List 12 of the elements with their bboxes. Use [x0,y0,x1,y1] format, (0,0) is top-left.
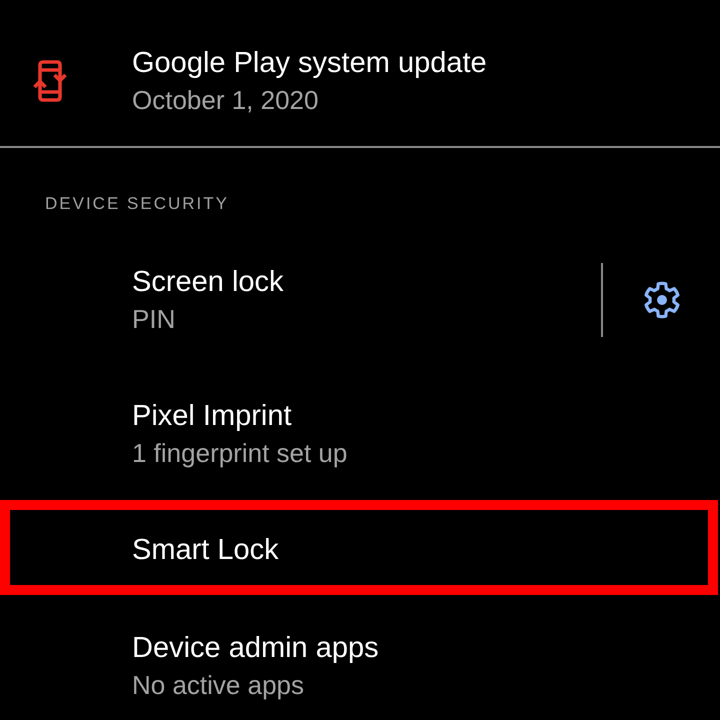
section-header: DEVICE SECURITY [45,193,229,215]
phone-sync-icon [33,60,69,102]
item-title: Screen lock [132,265,284,300]
item-subtitle: PIN [132,303,176,336]
settings-icon [642,281,680,319]
item-subtitle: No active apps [132,669,304,702]
item-subtitle: October 1, 2020 [132,84,318,117]
item-title: Smart Lock [132,533,279,568]
item-subtitle: 1 fingerprint set up [132,437,348,470]
item-title: Pixel Imprint [132,399,292,434]
item-title: Google Play system update [132,46,487,81]
item-title: Device admin apps [132,631,379,666]
